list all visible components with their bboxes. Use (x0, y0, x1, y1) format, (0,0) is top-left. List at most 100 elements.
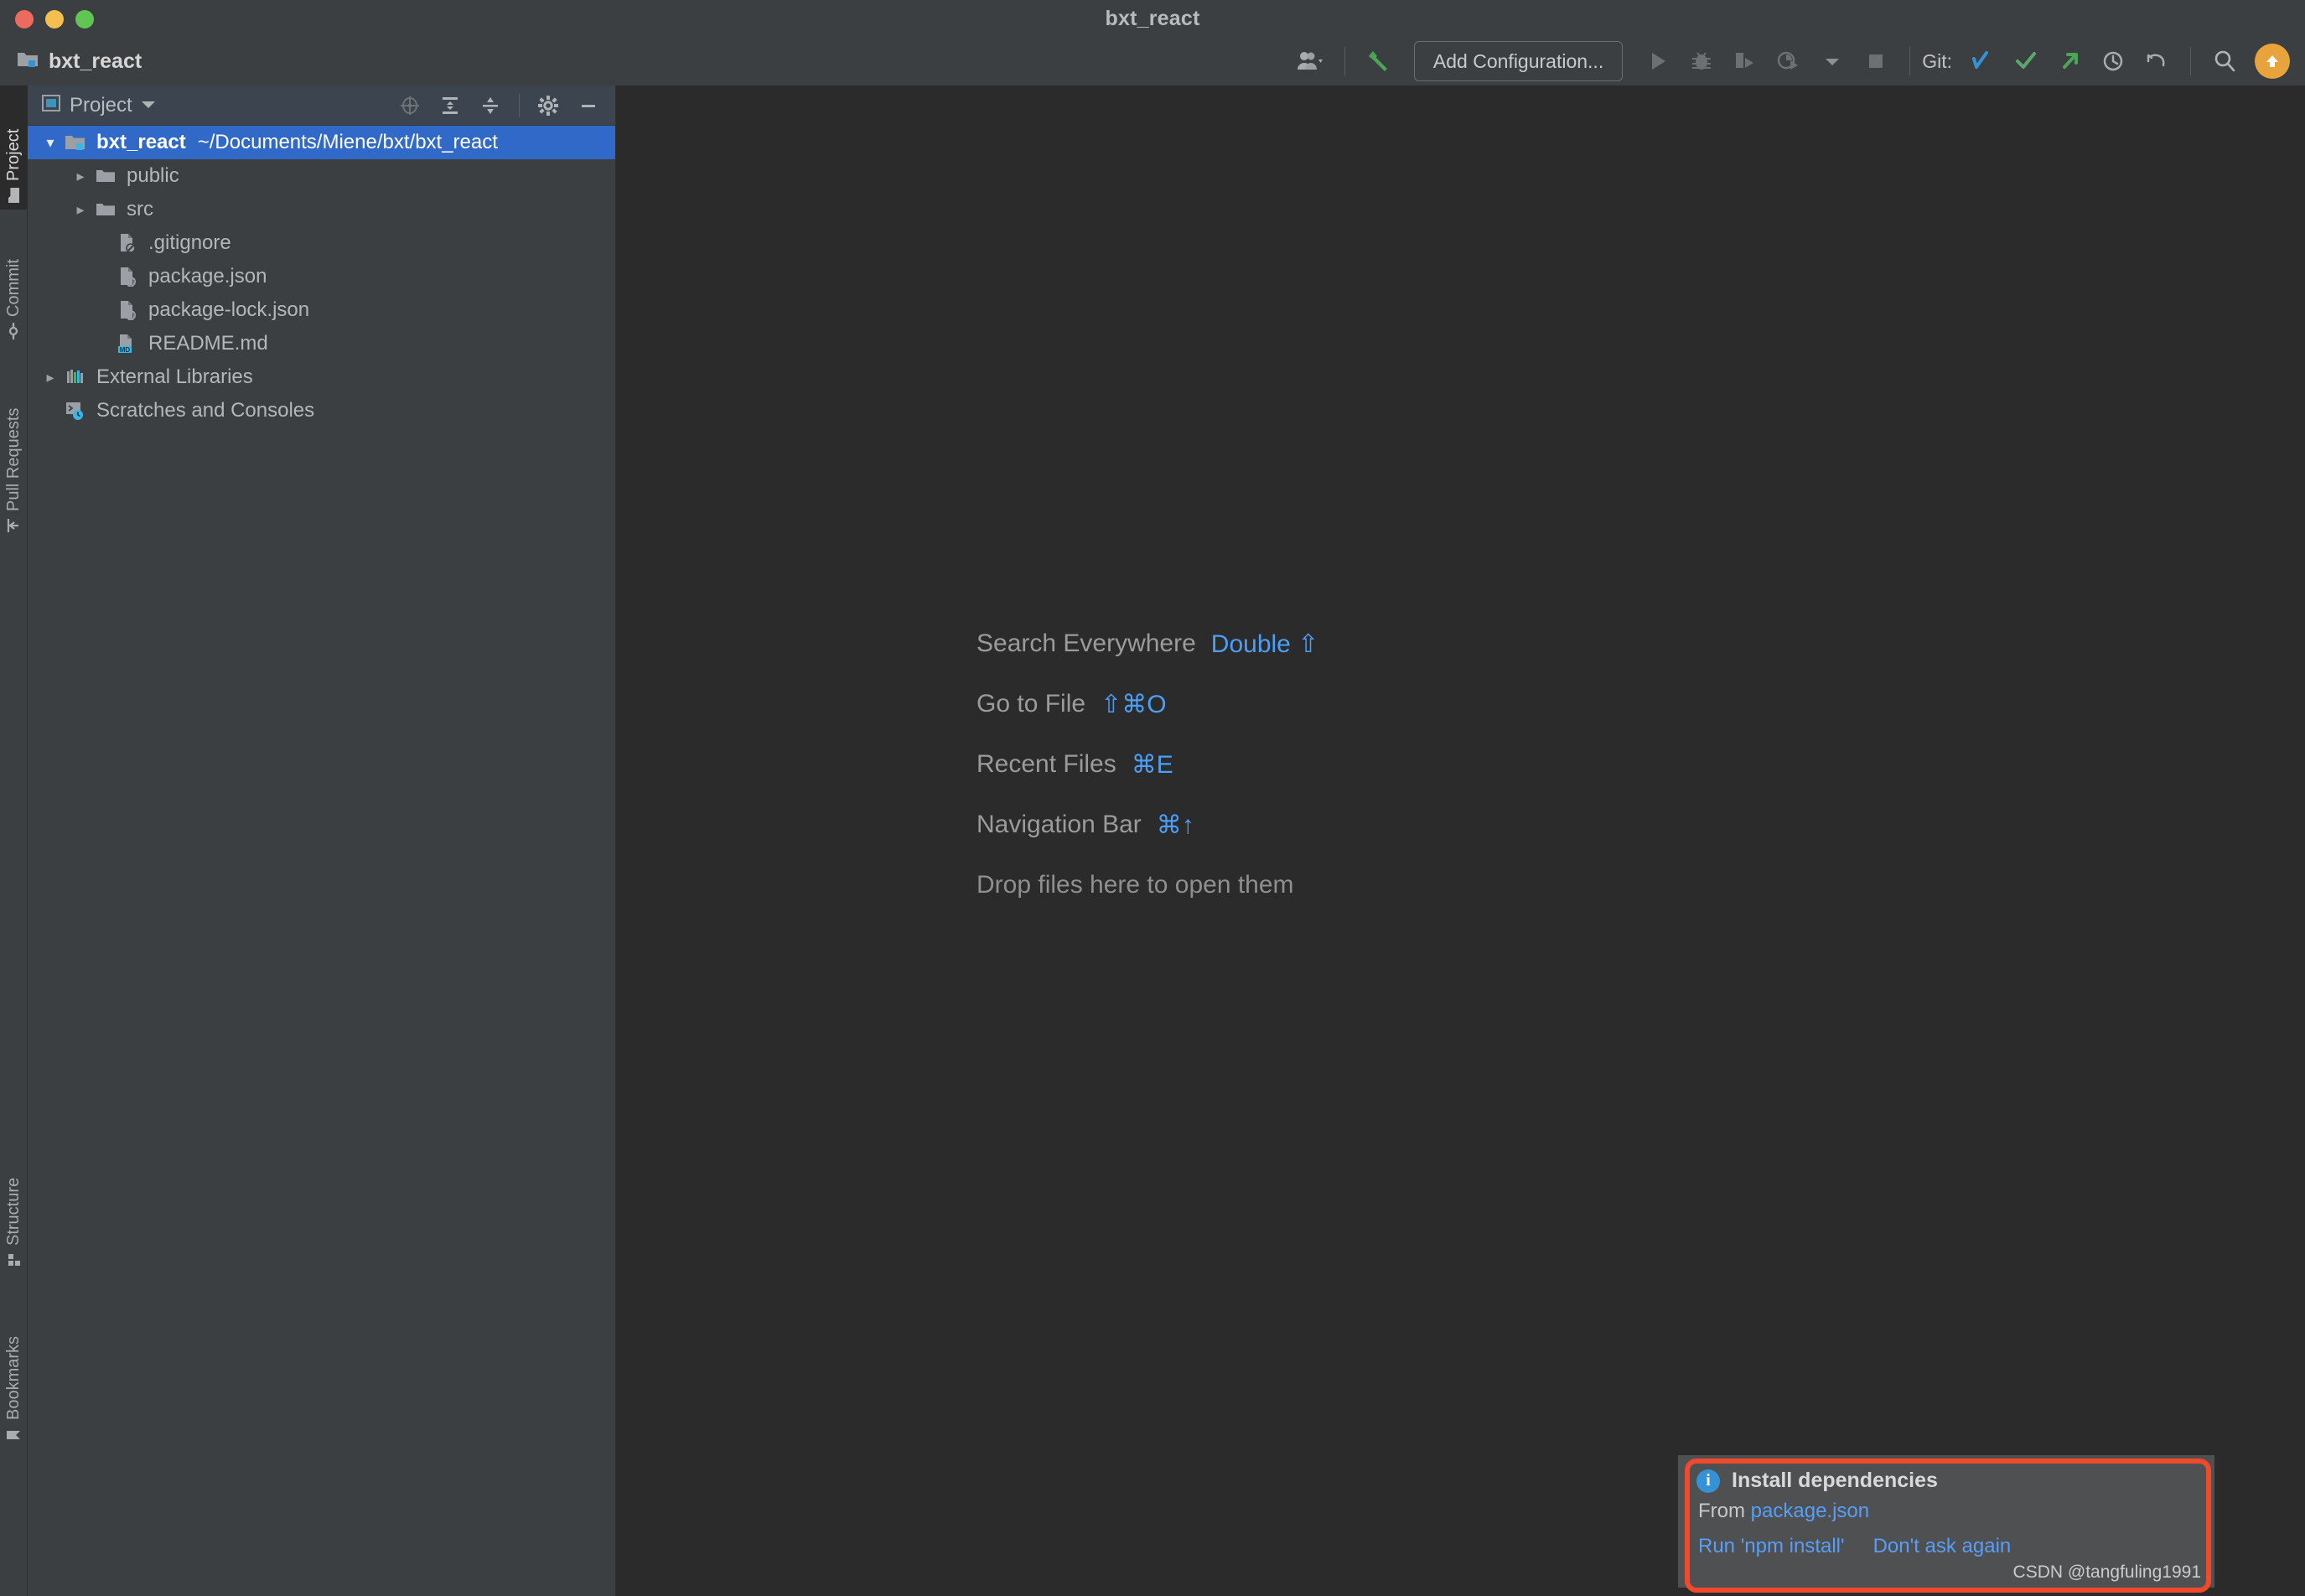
tree-row-src[interactable]: ▸ src (28, 193, 615, 226)
hammer-icon[interactable] (1357, 42, 1401, 80)
gitignore-file-icon (113, 232, 142, 254)
hint-label: Drop files here to open them (976, 871, 1294, 899)
json-file-icon: {} (113, 266, 142, 288)
git-commit-check-icon[interactable] (2004, 42, 2048, 80)
collapse-all-icon[interactable] (472, 89, 509, 122)
search-icon[interactable] (2203, 42, 2246, 80)
tree-item-name: Scratches and Consoles (96, 399, 315, 422)
toolbar-divider-2 (1909, 47, 1911, 75)
tree-row-package-lock-json[interactable]: ▸ {} package-lock.json (28, 293, 615, 327)
chevron-collapsed-icon[interactable]: ▸ (39, 369, 61, 386)
tree-row-gitignore[interactable]: ▸ .gitignore (28, 226, 615, 260)
sidebar-item-commit[interactable]: Commit (0, 211, 28, 345)
hint-shortcut: ⌘E (1131, 750, 1173, 779)
run-coverage-icon[interactable] (1723, 42, 1767, 80)
folder-icon (91, 167, 120, 185)
hint-drop-files: Drop files here to open them (976, 855, 1318, 915)
commit-icon (7, 323, 22, 339)
project-name-label: bxt_react (49, 49, 142, 73)
minimize-button[interactable] (45, 10, 64, 28)
chevron-expanded-icon[interactable]: ▾ (39, 134, 61, 152)
toolbar-actions: Add Configuration... Git: (1289, 41, 2305, 81)
editor-empty-area[interactable]: Search Everywhere Double ⇧ Go to File ⇧⌘… (616, 86, 2305, 1596)
toolbar-divider-3 (2190, 47, 2191, 75)
notification-title: Install dependencies (1732, 1469, 1938, 1492)
hint-navigation-bar[interactable]: Navigation Bar ⌘↑ (976, 795, 1318, 855)
tree-row-package-json[interactable]: ▸ {} package.json (28, 260, 615, 293)
maximize-button[interactable] (75, 10, 94, 28)
git-update-project-icon[interactable] (1961, 42, 2004, 80)
project-view-icon (41, 94, 61, 117)
git-push-arrow-icon[interactable] (2048, 42, 2091, 80)
history-clock-icon[interactable] (2091, 42, 2135, 80)
sidebar-label-project: Project (4, 128, 23, 181)
chevron-down-icon[interactable] (141, 98, 156, 113)
expand-all-icon[interactable] (432, 89, 469, 122)
macos-titlebar: bxt_react (0, 0, 2305, 37)
install-dependencies-notification[interactable]: i Install dependencies From package.json… (1678, 1455, 2214, 1588)
git-label: Git: (1922, 49, 1952, 72)
sidebar-label-bookmarks: Bookmarks (4, 1335, 23, 1420)
update-arrow-up-icon[interactable] (2255, 44, 2290, 79)
scroll-from-source-icon[interactable] (391, 89, 428, 122)
run-icon[interactable] (1636, 42, 1680, 80)
hint-go-to-file[interactable]: Go to File ⇧⌘O (976, 674, 1318, 734)
pull-request-icon (7, 517, 22, 534)
chevron-down-icon[interactable] (1810, 42, 1854, 80)
tree-row-public[interactable]: ▸ public (28, 159, 615, 193)
tree-item-name: .gitignore (148, 231, 231, 254)
debug-bug-icon[interactable] (1680, 42, 1723, 80)
libraries-icon (61, 368, 90, 386)
notification-source: From package.json (1696, 1500, 2196, 1523)
chevron-collapsed-icon[interactable]: ▸ (70, 201, 91, 219)
stop-icon[interactable] (1854, 42, 1898, 80)
json-file-icon: {} (113, 299, 142, 321)
project-view-selector[interactable]: Project (41, 94, 156, 117)
hint-shortcut: ⇧⌘O (1101, 690, 1167, 718)
users-icon[interactable] (1289, 42, 1333, 80)
dont-ask-again-link[interactable]: Don't ask again (1873, 1535, 2012, 1558)
tree-item-name: package-lock.json (148, 298, 310, 321)
notification-header: i Install dependencies (1696, 1469, 2196, 1493)
sidebar-label-pull-requests: Pull Requests (4, 407, 23, 511)
tree-row-bxt_react[interactable]: ▾ bxt_react ~/Documents/Miene/bxt/bxt_re… (28, 126, 615, 159)
project-panel-header: Project (28, 86, 615, 126)
chevron-collapsed-icon[interactable]: ▸ (70, 168, 91, 185)
rollback-undo-icon[interactable] (2135, 42, 2178, 80)
hint-label: Recent Files (976, 750, 1116, 778)
hint-label: Go to File (976, 690, 1086, 718)
hint-shortcut: Double ⇧ (1210, 630, 1319, 658)
tree-row-readme-md[interactable]: ▸ MD README.md (28, 327, 615, 360)
gear-icon[interactable] (530, 89, 567, 122)
sidebar-item-structure[interactable]: Structure (0, 1123, 28, 1274)
project-folder-icon (17, 49, 39, 74)
project-breadcrumb[interactable]: bxt_react (0, 49, 142, 74)
sidebar-item-bookmarks[interactable]: Bookmarks (0, 1282, 28, 1450)
notification-source-link[interactable]: package.json (1751, 1500, 1869, 1522)
run-npm-install-link[interactable]: Run 'npm install' (1698, 1535, 1845, 1558)
watermark-text: CSDN @tangfuling1991 (2012, 1562, 2201, 1582)
editor-hints-list: Search Everywhere Double ⇧ Go to File ⇧⌘… (976, 614, 1318, 915)
window-controls[interactable] (15, 10, 94, 28)
tree-item-name: src (127, 198, 153, 220)
minimize-icon[interactable] (570, 89, 607, 122)
close-button[interactable] (15, 10, 34, 28)
sidebar-item-pull-requests[interactable]: Pull Requests (0, 347, 28, 540)
project-tree: ▾ bxt_react ~/Documents/Miene/bxt/bxt_re… (28, 126, 615, 428)
svg-text:MD: MD (120, 346, 131, 354)
bookmark-icon (6, 1427, 23, 1443)
info-icon: i (1696, 1469, 1720, 1493)
panel-header-divider (519, 93, 520, 117)
tree-item-path: ~/Documents/Miene/bxt/bxt_react (197, 131, 498, 153)
folder-icon (7, 187, 22, 204)
hint-search-everywhere[interactable]: Search Everywhere Double ⇧ (976, 614, 1318, 674)
sidebar-item-project[interactable]: Project (0, 86, 28, 210)
tree-item-name: README.md (148, 332, 268, 355)
tree-row-scratches-and-consoles[interactable]: ▸ Scratches and Consoles (28, 394, 615, 428)
hint-recent-files[interactable]: Recent Files ⌘E (976, 734, 1318, 795)
notification-from-prefix: From (1698, 1500, 1751, 1522)
main-toolbar: bxt_react Add Configuration... Git: (0, 37, 2305, 86)
tree-row-external-libraries[interactable]: ▸ External Libraries (28, 360, 615, 394)
add-configuration-button[interactable]: Add Configuration... (1413, 41, 1624, 81)
profiler-icon[interactable] (1767, 42, 1810, 80)
